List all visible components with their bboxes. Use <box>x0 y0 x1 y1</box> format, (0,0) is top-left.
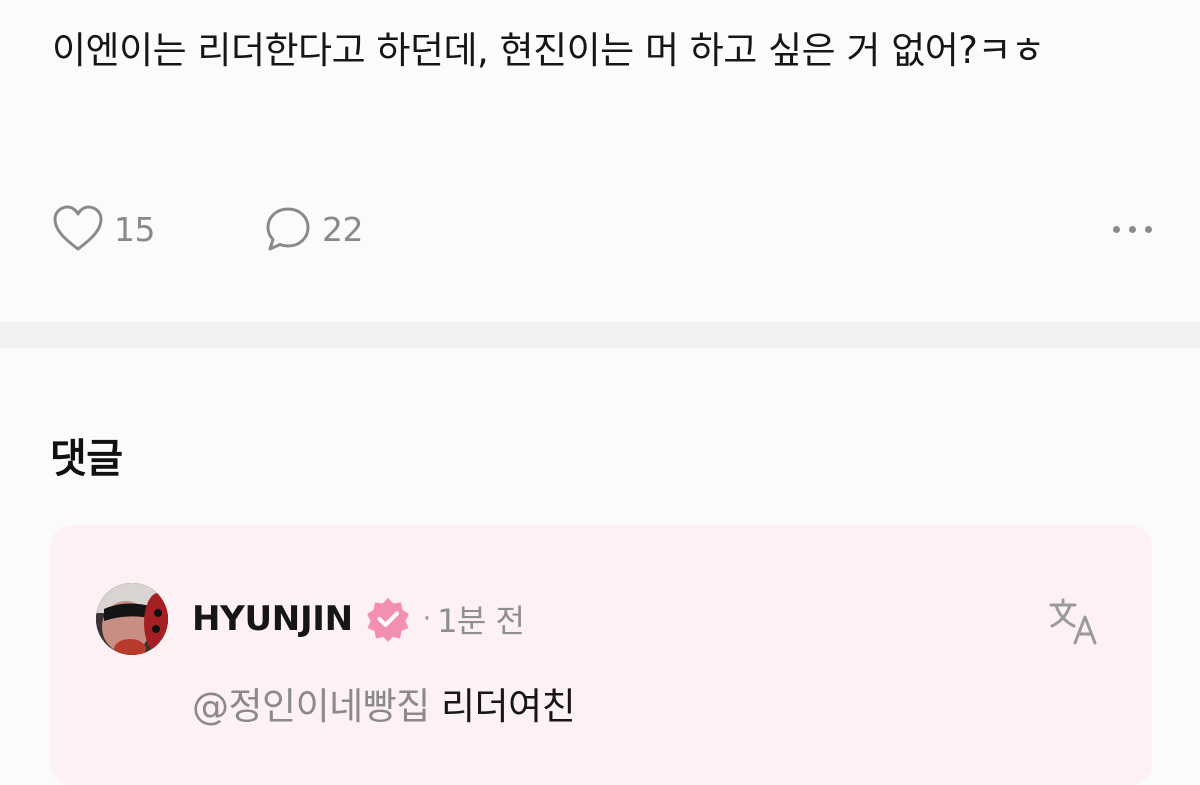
comment-author-name[interactable]: HYUNJIN <box>192 599 353 639</box>
like-count: 15 <box>114 209 156 249</box>
comment-timestamp: 1분 전 <box>437 602 525 640</box>
comment-card: HYUNJIN · 1분 전 @정인이네빵집 리더여친 <box>50 525 1152 785</box>
comment-mention[interactable]: @정인이네빵집 <box>192 685 430 728</box>
more-dots-icon <box>1113 225 1152 233</box>
translate-button[interactable] <box>1048 595 1100 647</box>
comment-count: 22 <box>322 209 364 249</box>
comments-section-title: 댓글 <box>50 436 123 482</box>
comment-body: 리더여친 <box>441 685 576 728</box>
comment-button[interactable]: 22 <box>264 200 364 258</box>
comment-text: @정인이네빵집 리더여친 <box>192 681 576 733</box>
speech-bubble-icon <box>264 205 312 253</box>
more-button[interactable] <box>1092 200 1152 258</box>
translate-icon <box>1048 595 1100 651</box>
comment-author-row: HYUNJIN · 1분 전 <box>192 593 525 645</box>
meta-separator: · <box>422 604 432 634</box>
post-actions: 15 22 <box>52 200 1152 258</box>
verified-badge-icon <box>365 596 411 642</box>
section-divider <box>0 322 1200 348</box>
heart-outline-icon <box>52 205 104 253</box>
like-button[interactable]: 15 <box>52 200 156 258</box>
avatar[interactable] <box>96 583 168 655</box>
post-body: 이엔이는 리더한다고 하던데, 현진이는 머 하고 싶은 거 없어?ㅋㅎ <box>52 29 1045 72</box>
